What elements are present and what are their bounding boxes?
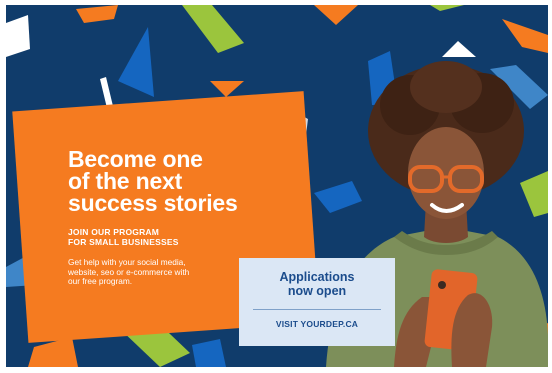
headline-line: Become one <box>68 146 203 172</box>
ad-frame: Become one of the next success stories J… <box>0 0 552 373</box>
headline-line: success stories <box>68 190 238 216</box>
subheading-line: FOR SMALL BUSINESSES <box>68 237 179 247</box>
subheading-line: JOIN OUR PROGRAM <box>68 227 160 237</box>
headline-line: of the next <box>68 168 183 194</box>
face <box>408 127 484 219</box>
applications-open-text: Applications now open <box>239 270 395 298</box>
visit-link[interactable]: VISIT YOURDEP.CA <box>239 319 395 329</box>
promo-banner: Become one of the next success stories J… <box>6 5 548 367</box>
headline: Become one of the next success stories <box>68 146 278 216</box>
cta-divider <box>253 309 381 310</box>
subheading: JOIN OUR PROGRAM FOR SMALL BUSINESSES <box>68 227 278 247</box>
applications-line: now open <box>287 284 347 298</box>
cta-box[interactable]: Applications now open VISIT YOURDEP.CA <box>239 258 395 346</box>
applications-line: Applications <box>279 270 355 284</box>
